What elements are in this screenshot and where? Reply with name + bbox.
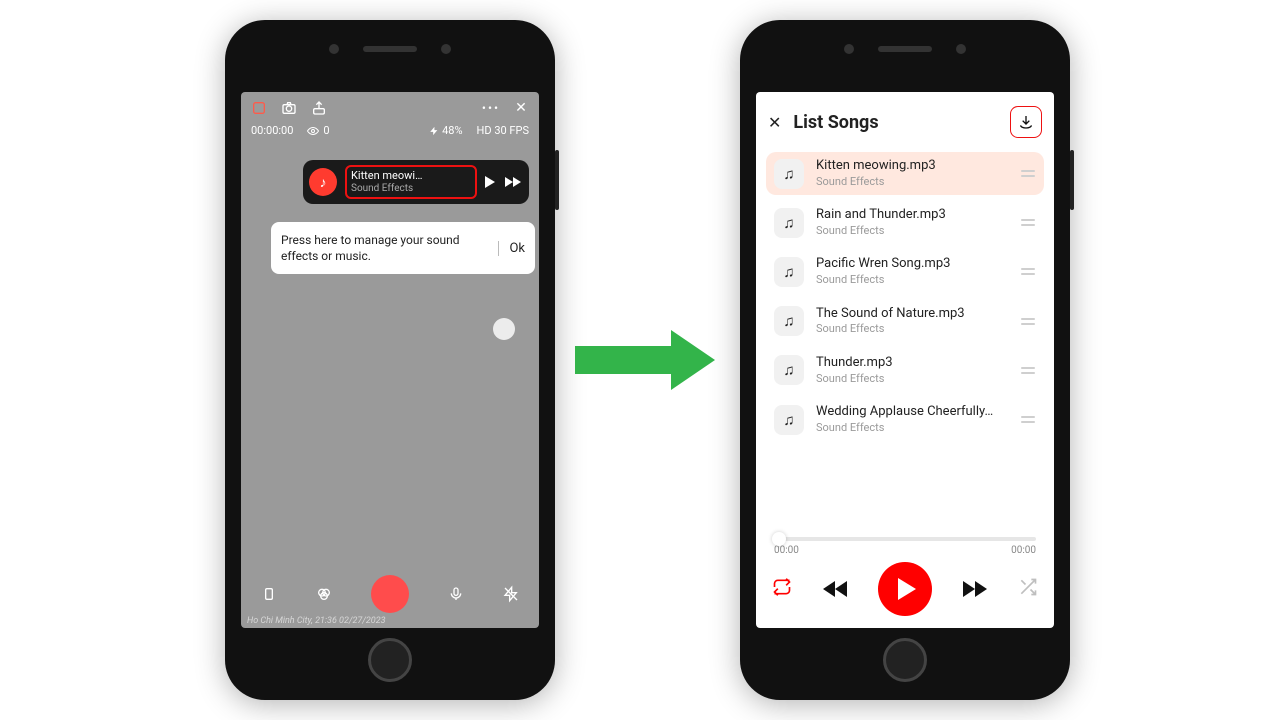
filters-icon[interactable] <box>316 586 332 602</box>
camera-watermark: Ho Chi Minh City, 21:36 02/27/2023 <box>247 616 386 626</box>
song-category: Sound Effects <box>816 224 1008 238</box>
music-note-icon: ♫ <box>774 355 804 385</box>
music-note-icon: ♫ <box>774 208 804 238</box>
download-button[interactable] <box>1010 106 1042 138</box>
play-button[interactable] <box>878 562 932 616</box>
screen-list-songs: List Songs ♫ Kitten meowing.mp3 Sound Ef… <box>756 92 1054 628</box>
phone-hardware-top <box>225 44 555 54</box>
camera-status-bar: 00:00:00 0 48% HD 30 FPS <box>241 124 539 143</box>
tooltip-text: Press here to manage your sound effects … <box>281 232 498 264</box>
mini-player-title: Kitten meowi… <box>351 169 471 183</box>
home-button[interactable] <box>368 638 412 682</box>
next-icon[interactable] <box>505 177 521 187</box>
camera-icon[interactable] <box>281 100 297 116</box>
view-count: 0 <box>307 124 329 137</box>
record-timer: 00:00:00 <box>251 124 293 137</box>
songs-header: List Songs <box>756 92 1054 148</box>
phone-right: List Songs ♫ Kitten meowing.mp3 Sound Ef… <box>740 20 1070 700</box>
song-name: Wedding Applause Cheerfully… <box>816 404 1008 421</box>
song-category: Sound Effects <box>816 322 1008 336</box>
tooltip-ok-button[interactable]: Ok <box>498 241 525 256</box>
music-note-icon: ♪ <box>309 168 337 196</box>
song-name: Pacific Wren Song.mp3 <box>816 256 1008 273</box>
music-note-icon: ♫ <box>774 159 804 189</box>
share-icon[interactable] <box>311 100 327 116</box>
song-category: Sound Effects <box>816 372 1008 386</box>
song-category: Sound Effects <box>816 273 1008 287</box>
song-category: Sound Effects <box>816 421 1008 435</box>
time-total: 00:00 <box>1011 545 1036 556</box>
music-note-icon: ♫ <box>774 405 804 435</box>
mini-player-label-highlight[interactable]: Kitten meowi… Sound Effects <box>345 165 477 199</box>
song-name: Rain and Thunder.mp3 <box>816 207 1008 224</box>
song-list[interactable]: ♫ Kitten meowing.mp3 Sound Effects ♫ Rai… <box>756 148 1054 523</box>
drag-handle-icon[interactable] <box>1020 170 1036 177</box>
loop-icon[interactable] <box>772 577 792 602</box>
flash-off-icon[interactable] <box>503 586 519 602</box>
bolt-icon <box>429 125 439 137</box>
song-name: The Sound of Nature.mp3 <box>816 306 1008 323</box>
close-icon[interactable] <box>513 100 529 116</box>
drag-handle-icon[interactable] <box>1020 268 1036 275</box>
song-row[interactable]: ♫ The Sound of Nature.mp3 Sound Effects <box>766 300 1044 343</box>
record-button[interactable] <box>371 575 409 613</box>
player-controls: 00:00 00:00 <box>756 523 1054 628</box>
rewind-icon[interactable] <box>823 581 847 597</box>
tooltip: Press here to manage your sound effects … <box>271 222 535 274</box>
arrow-right-icon <box>575 330 735 390</box>
phone-left: ••• 00:00:00 0 48% HD 30 FPS ♪ K <box>225 20 555 700</box>
page-title: List Songs <box>793 112 1010 133</box>
screen-camera: ••• 00:00:00 0 48% HD 30 FPS ♪ K <box>241 92 539 628</box>
drag-handle-icon[interactable] <box>1020 367 1036 374</box>
time-current: 00:00 <box>774 545 799 556</box>
mini-player[interactable]: ♪ Kitten meowi… Sound Effects <box>303 160 529 204</box>
music-note-icon: ♫ <box>774 257 804 287</box>
forward-icon[interactable] <box>963 581 987 597</box>
song-category: Sound Effects <box>816 175 1008 189</box>
drag-handle-icon[interactable] <box>1020 219 1036 226</box>
song-row[interactable]: ♫ Rain and Thunder.mp3 Sound Effects <box>766 201 1044 244</box>
more-icon[interactable]: ••• <box>483 100 499 116</box>
battery-status: 48% <box>429 124 462 137</box>
slider-knob[interactable] <box>772 532 786 546</box>
song-row[interactable]: ♫ Thunder.mp3 Sound Effects <box>766 349 1044 392</box>
microphone-icon[interactable] <box>448 586 464 602</box>
song-row[interactable]: ♫ Wedding Applause Cheerfully… Sound Eff… <box>766 398 1044 441</box>
home-button[interactable] <box>883 638 927 682</box>
effects-icon[interactable] <box>251 100 267 116</box>
mini-player-category: Sound Effects <box>351 183 471 196</box>
eye-icon <box>307 125 319 137</box>
drag-handle-icon[interactable] <box>1020 318 1036 325</box>
drag-handle-icon[interactable] <box>1020 416 1036 423</box>
music-note-icon: ♫ <box>774 306 804 336</box>
song-row[interactable]: ♫ Kitten meowing.mp3 Sound Effects <box>766 152 1044 195</box>
orientation-icon[interactable] <box>261 586 277 602</box>
focus-point[interactable] <box>493 318 515 340</box>
shuffle-icon[interactable] <box>1018 577 1038 602</box>
song-name: Thunder.mp3 <box>816 355 1008 372</box>
camera-top-bar: ••• <box>241 92 539 124</box>
song-name: Kitten meowing.mp3 <box>816 158 1008 175</box>
seek-slider[interactable] <box>774 537 1036 541</box>
song-row[interactable]: ♫ Pacific Wren Song.mp3 Sound Effects <box>766 250 1044 293</box>
quality-label[interactable]: HD 30 FPS <box>477 124 529 137</box>
download-icon <box>1018 114 1034 130</box>
close-icon[interactable] <box>768 113 781 132</box>
play-icon[interactable] <box>485 176 495 188</box>
phone-hardware-top <box>740 44 1070 54</box>
